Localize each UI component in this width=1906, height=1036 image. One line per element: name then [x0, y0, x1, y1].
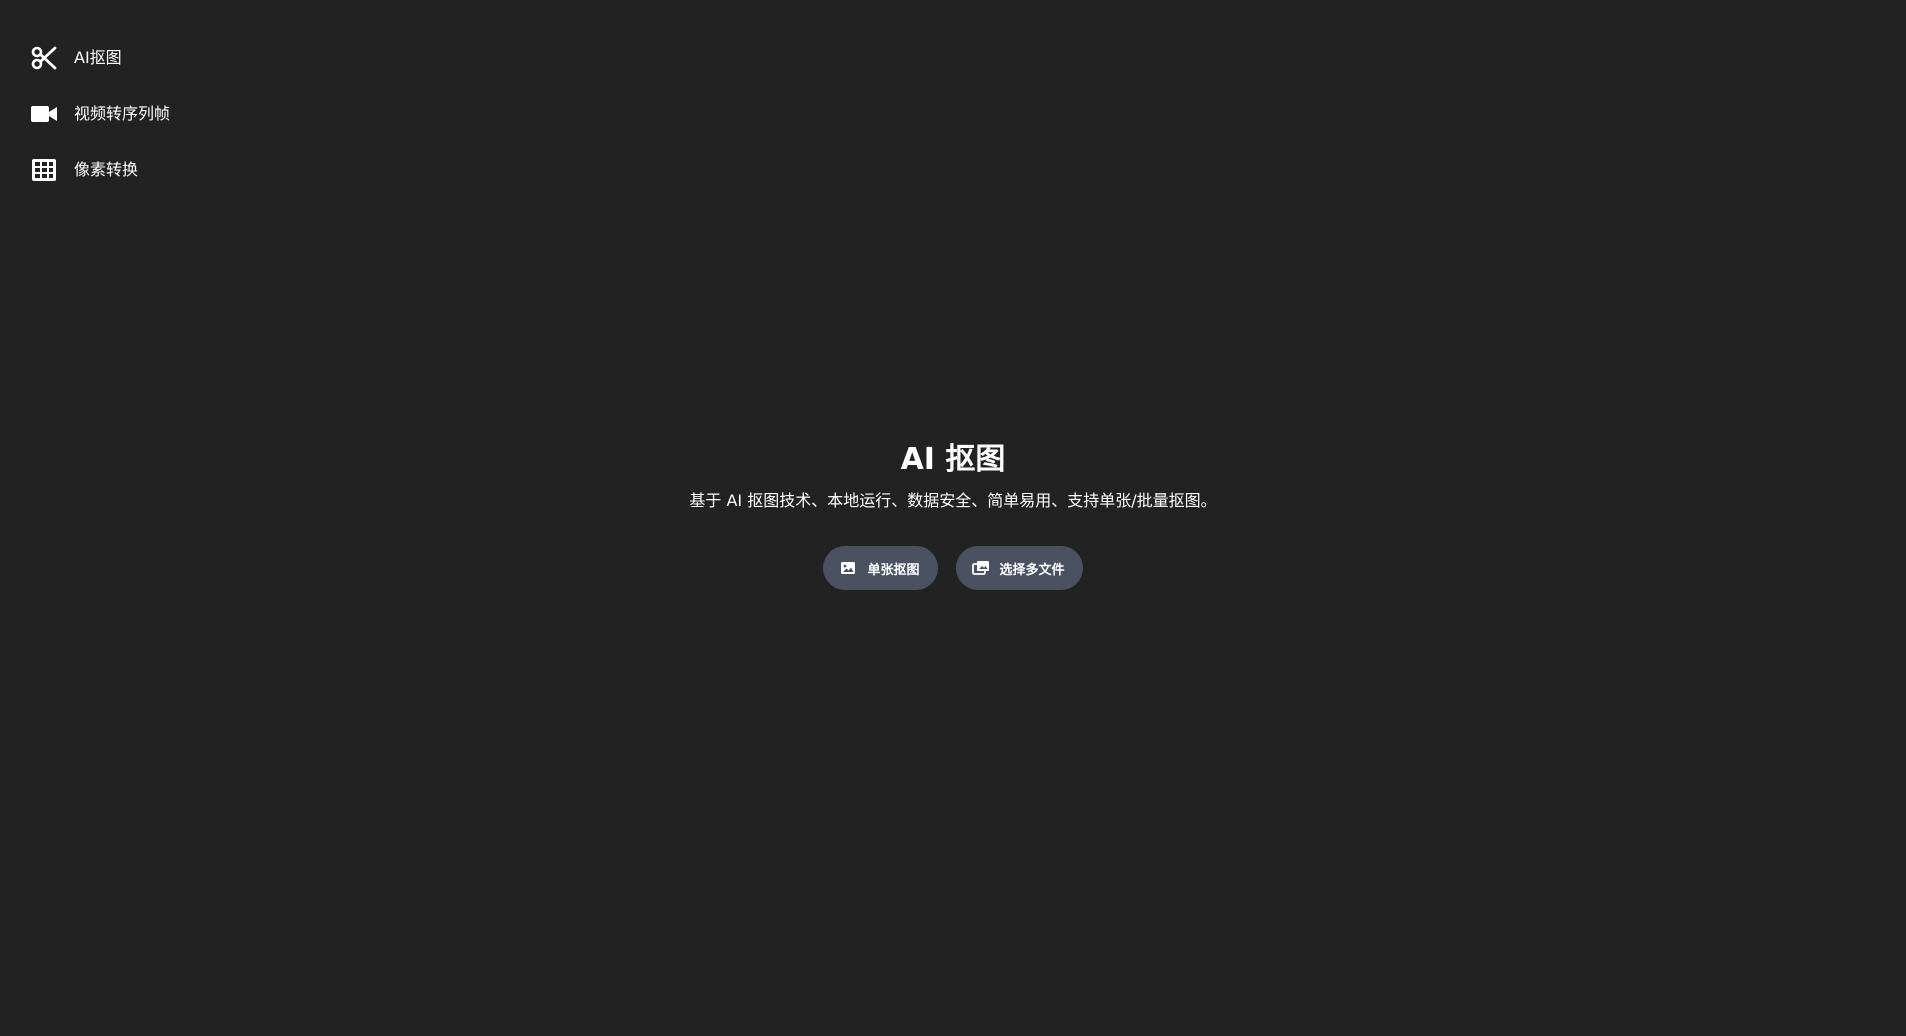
app-window: AI抠图 视频转序列帧 像素转换 AI 抠图 基于 AI 抠图技术、本地运行、数…	[0, 0, 1906, 1036]
sidebar-item-video-to-frames[interactable]: 视频转序列帧	[30, 98, 250, 130]
select-multiple-files-button-label: 选择多文件	[999, 562, 1065, 578]
sidebar-item-ai-cutout[interactable]: AI抠图	[30, 42, 250, 74]
sidebar-item-label: 视频转序列帧	[74, 104, 171, 123]
single-cutout-button[interactable]: 单张抠图	[823, 546, 938, 590]
action-buttons: 单张抠图 选择多文件	[0, 546, 1906, 590]
page-title: AI 抠图	[900, 442, 1006, 477]
single-cutout-button-label: 单张抠图	[867, 562, 920, 578]
scissors-icon	[30, 44, 58, 72]
sidebar: AI抠图 视频转序列帧 像素转换	[30, 42, 250, 210]
page-subtitle: 基于 AI 抠图技术、本地运行、数据安全、简单易用、支持单张/批量抠图。	[689, 491, 1217, 510]
sidebar-item-label: AI抠图	[74, 48, 122, 67]
sidebar-item-label: 像素转换	[74, 160, 139, 179]
grid-icon	[30, 156, 58, 184]
images-icon	[971, 559, 990, 577]
sidebar-item-pixel-conversion[interactable]: 像素转换	[30, 154, 250, 186]
video-camera-icon	[30, 100, 58, 128]
select-multiple-files-button[interactable]: 选择多文件	[955, 546, 1083, 590]
main-panel: AI 抠图 基于 AI 抠图技术、本地运行、数据安全、简单易用、支持单张/批量抠…	[0, 442, 1906, 590]
image-icon	[839, 559, 857, 577]
